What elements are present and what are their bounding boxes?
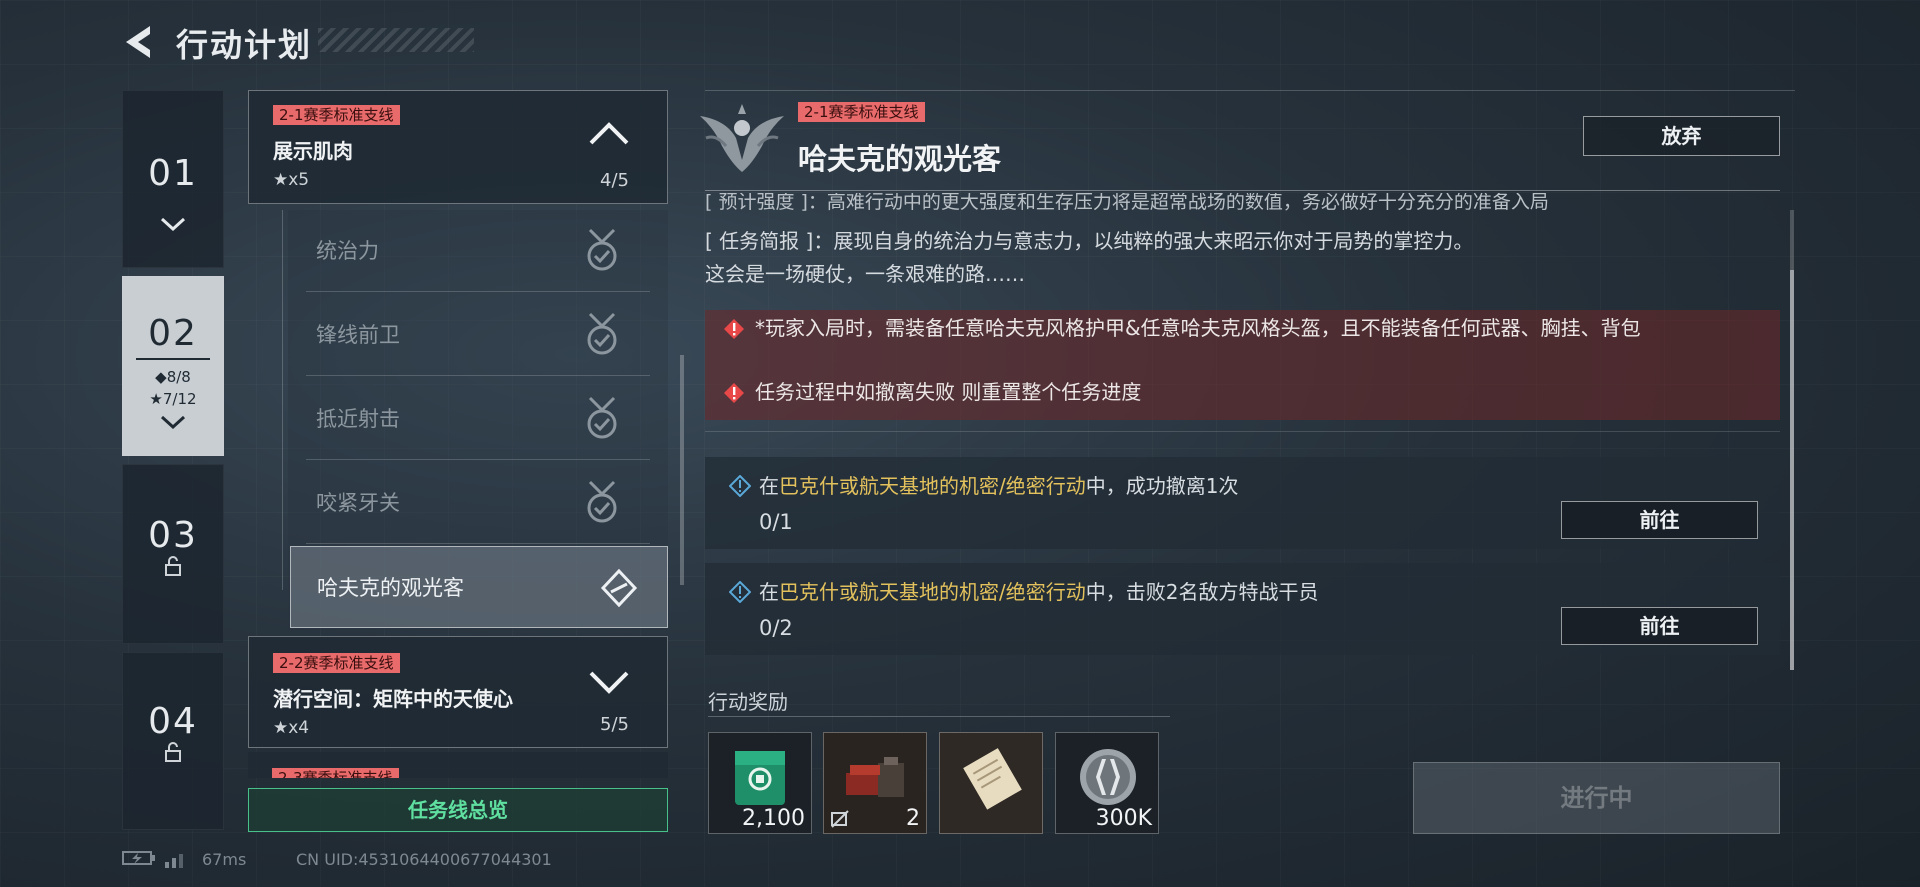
warning-text: 任务过程中如撤离失败 则重置整个任务进度 bbox=[755, 380, 1142, 404]
questline-overview-button[interactable]: 任务线总览 bbox=[248, 788, 668, 832]
signal-icon bbox=[164, 850, 188, 872]
star-count: ★7/12 bbox=[149, 390, 197, 408]
subquest-item[interactable]: 锋线前卫 bbox=[306, 294, 650, 376]
tree-line bbox=[282, 210, 283, 590]
reward-item[interactable]: 300K bbox=[1055, 732, 1159, 834]
reward-qty: 300K bbox=[1095, 806, 1152, 831]
task-count: 0/1 bbox=[759, 510, 793, 534]
subquest-item-current[interactable]: 哈夫克的观光客 bbox=[290, 546, 668, 628]
subquest-item[interactable]: 咬紧牙关 bbox=[306, 462, 650, 544]
detail-scrollbar[interactable] bbox=[1790, 270, 1794, 670]
medal-complete-icon bbox=[587, 312, 617, 355]
divider bbox=[705, 90, 1795, 91]
quest-card-show-muscle[interactable]: 2-1赛季标准支线 展示肌肉 ★x5 4/5 bbox=[248, 90, 668, 204]
chevron-down-icon bbox=[123, 410, 223, 434]
reward-qty: 2 bbox=[906, 806, 920, 831]
medal-complete-icon bbox=[587, 480, 617, 523]
reward-item[interactable]: 2 bbox=[823, 732, 927, 834]
reward-item[interactable] bbox=[939, 732, 1043, 834]
lock-icon bbox=[123, 742, 223, 767]
subquest-label: 锋线前卫 bbox=[316, 323, 400, 347]
medal-complete-icon bbox=[587, 396, 617, 439]
back-arrow-icon bbox=[126, 26, 150, 58]
green-case-icon bbox=[735, 751, 785, 805]
title-decoration bbox=[318, 28, 474, 52]
ping-value: 67ms bbox=[202, 850, 247, 869]
quest-detail-scroll[interactable]: [ 预计强度 ]：高难行动中的更大强度和生存压力将是超常战场的数值，务必做好十分… bbox=[705, 193, 1790, 663]
chevron-up-icon bbox=[589, 122, 629, 145]
lock-icon bbox=[123, 556, 223, 581]
subquest-label: 统治力 bbox=[316, 239, 379, 263]
mission-brief: [ 任务简报 ]：展现自身的统治力与意志力，以纯粹的强大来昭示你对于局势的掌控力… bbox=[705, 229, 1474, 253]
subquest-label: 抵近射击 bbox=[316, 407, 400, 431]
document-icon bbox=[963, 748, 1022, 810]
season-tag: 2-3赛季标准支线 bbox=[272, 768, 399, 778]
warning-box: *玩家入局时，需装备任意哈夫克风格护甲&任意哈夫克风格头盔，且不能装备任何武器、… bbox=[705, 310, 1780, 420]
chapter-tab-01[interactable]: 01 bbox=[122, 90, 224, 268]
subquest-label: 咬紧牙关 bbox=[316, 491, 400, 515]
task-text: 在巴克什或航天基地的机密/绝密行动中，击败2名敌方特战干员 bbox=[759, 580, 1319, 604]
silver-coin-icon bbox=[1080, 749, 1136, 805]
bound-item-icon bbox=[831, 810, 849, 828]
warning-icon bbox=[724, 319, 744, 339]
back-button[interactable] bbox=[120, 22, 160, 62]
chevron-down-icon bbox=[123, 212, 223, 236]
subquest-label: 哈夫克的观光客 bbox=[317, 576, 464, 600]
quest-detail-title: 哈夫克的观光客 bbox=[798, 142, 1002, 176]
chapter-tab-03[interactable]: 03 bbox=[122, 464, 224, 644]
warning-row: 任务过程中如撤离失败 则重置整个任务进度 bbox=[724, 380, 1755, 404]
faction-emblem-icon bbox=[700, 104, 784, 172]
reward-label: 行动奖励 bbox=[708, 690, 788, 714]
subquest-item[interactable]: 抵近射击 bbox=[306, 378, 650, 460]
task-row: 在巴克什或航天基地的机密/绝密行动中，成功撤离1次 0/1 前往 bbox=[705, 457, 1780, 549]
in-progress-diamond-icon bbox=[600, 568, 638, 608]
chapter-tab-02[interactable]: 02 ◆8/8 ★7/12 bbox=[122, 276, 224, 456]
season-tag: 2-2赛季标准支线 bbox=[273, 653, 400, 673]
warning-text: *玩家入局时，需装备任意哈夫克风格护甲&任意哈夫克风格头盔，且不能装备任何武器、… bbox=[755, 316, 1641, 340]
quest-card-partial[interactable]: 2-3赛季标准支线 bbox=[248, 752, 668, 778]
divider bbox=[136, 358, 210, 360]
divider bbox=[705, 431, 1780, 432]
season-tag: 2-1赛季标准支线 bbox=[273, 105, 400, 125]
chapter-number: 03 bbox=[148, 515, 198, 556]
chevron-down-icon bbox=[589, 671, 629, 694]
chapter-number: 02 bbox=[148, 313, 198, 354]
reward-qty: 2,100 bbox=[742, 806, 805, 831]
difficulty-text: [ 预计强度 ]：高难行动中的更大强度和生存压力将是超常战场的数值，务必做好十分… bbox=[705, 193, 1549, 213]
list-scrollbar[interactable] bbox=[680, 355, 684, 585]
task-row: 在巴克什或航天基地的机密/绝密行动中，击败2名敌方特战干员 0/2 前往 bbox=[705, 563, 1780, 655]
subquest-item[interactable]: 统治力 bbox=[306, 210, 650, 292]
info-diamond-icon bbox=[729, 581, 751, 603]
abandon-button[interactable]: 放弃 bbox=[1583, 116, 1780, 156]
chapter-number: 04 bbox=[148, 701, 198, 742]
in-progress-button: 进行中 bbox=[1413, 762, 1780, 834]
mission-brief-2: 这会是一场硬仗，一条艰难的路…… bbox=[705, 262, 1025, 286]
info-diamond-icon bbox=[729, 475, 751, 497]
reward-item[interactable]: 2,100 bbox=[708, 732, 812, 834]
go-button[interactable]: 前往 bbox=[1561, 501, 1758, 539]
battery-icon bbox=[122, 850, 156, 870]
chapter-tab-04[interactable]: 04 bbox=[122, 652, 224, 830]
medal-complete-icon bbox=[587, 228, 617, 271]
page-title: 行动计划 bbox=[176, 26, 313, 64]
warning-row: *玩家入局时，需装备任意哈夫克风格护甲&任意哈夫克风格头盔，且不能装备任何武器、… bbox=[724, 316, 1755, 340]
warning-icon bbox=[724, 383, 744, 403]
divider bbox=[708, 716, 1170, 717]
weapon-crate-icon bbox=[846, 757, 904, 797]
user-uid: CN UID:4531064400677044301 bbox=[296, 850, 552, 869]
task-count: 0/2 bbox=[759, 616, 793, 640]
diamond-count: ◆8/8 bbox=[155, 368, 191, 386]
divider bbox=[705, 190, 1780, 191]
quest-card-matrix[interactable]: 2-2赛季标准支线 潜行空间：矩阵中的天使心 ★x4 5/5 bbox=[248, 636, 668, 748]
season-tag: 2-1赛季标准支线 bbox=[798, 102, 925, 122]
go-button[interactable]: 前往 bbox=[1561, 607, 1758, 645]
task-text: 在巴克什或航天基地的机密/绝密行动中，成功撤离1次 bbox=[759, 474, 1239, 498]
chapter-number: 01 bbox=[148, 153, 198, 194]
quest-progress: 5/5 bbox=[600, 714, 629, 735]
quest-progress: 4/5 bbox=[600, 170, 629, 191]
